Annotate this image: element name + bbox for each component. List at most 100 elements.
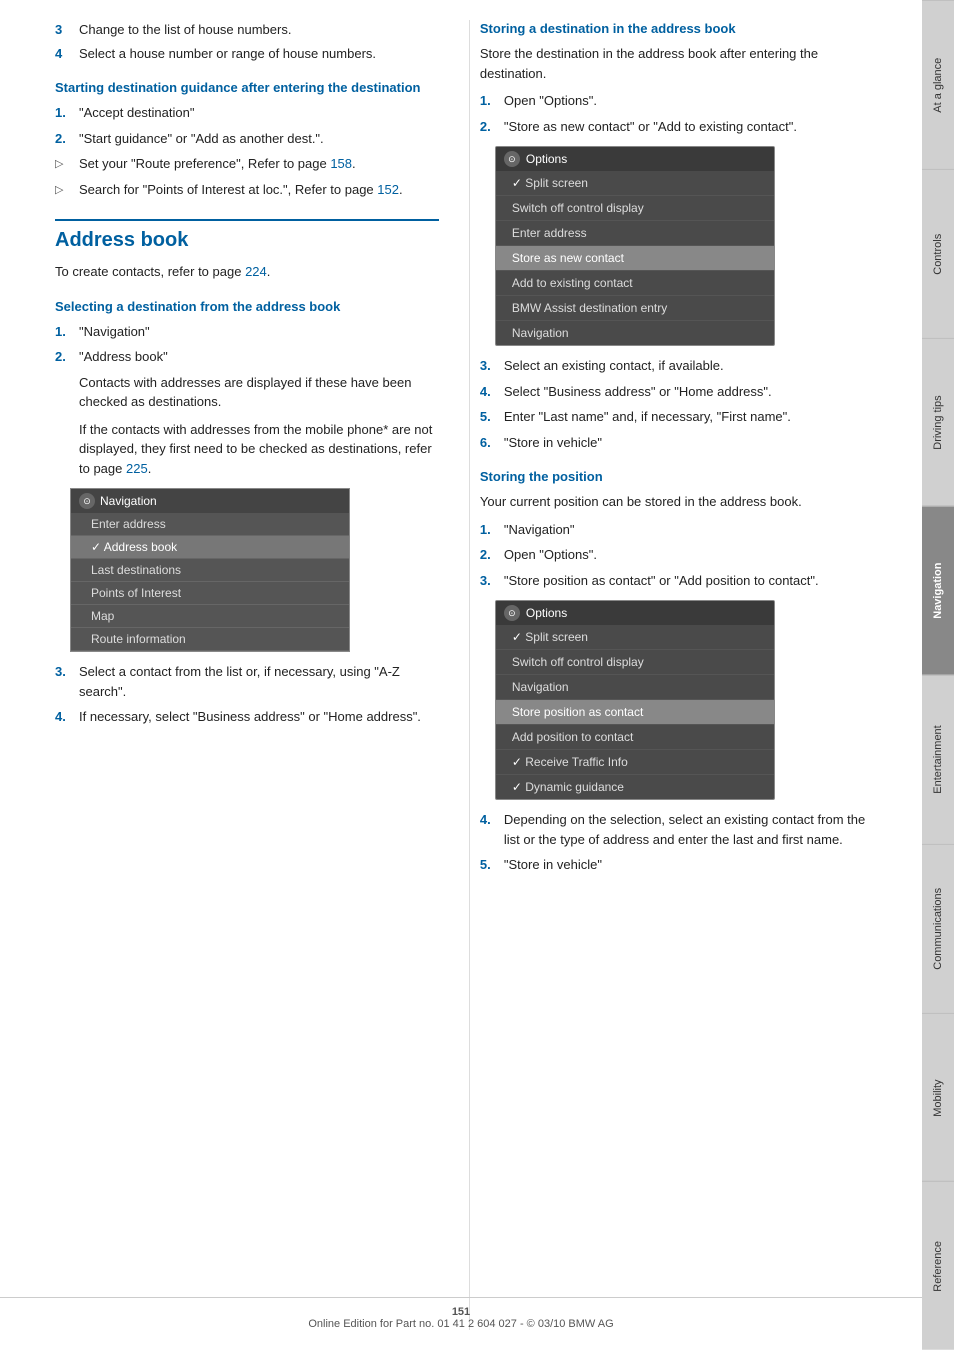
page-ref-158[interactable]: 158 [330,156,352,171]
list-text: Select a house number or range of house … [79,44,376,64]
tab-controls[interactable]: Controls [922,169,954,338]
list-text: "Navigation" [504,520,575,540]
list-item: 5. Enter "Last name" and, if necessary, … [480,407,882,427]
list-text: "Store in vehicle" [504,433,602,453]
list-item: ▷ Search for "Points of Interest at loc.… [55,180,439,200]
main-content: 3 Change to the list of house numbers. 4… [0,0,922,1350]
options-title-bar: ⊙ Options [496,147,774,171]
list-number: 3 [55,20,71,40]
list-number: 2. [480,117,496,137]
nav-menu-screenshot: ⊙ Navigation Enter address Address book … [70,488,350,652]
storing-position-list: 1. "Navigation" 2. Open "Options". 3. "S… [480,520,882,591]
list-item: 2. "Store as new contact" or "Add to exi… [480,117,882,137]
list-text: "Store in vehicle" [504,855,602,875]
options-menu-1-wrapper: ⊙ Options Split screen Switch off contro… [480,146,882,346]
nav-menu-item-map: Map [71,605,349,628]
tab-reference[interactable]: Reference [922,1181,954,1350]
list-text: Set your "Route preference", Refer to pa… [79,154,356,174]
nav-menu-item-points: Points of Interest [71,582,349,605]
list-text: "Address book" [79,347,168,367]
nav-menu-item-last-dest: Last destinations [71,559,349,582]
page-wrapper: At a glance Controls Driving tips Naviga… [0,0,954,1350]
list-text: Search for "Points of Interest at loc.",… [79,180,403,200]
storing-dest-heading: Storing a destination in the address boo… [480,20,882,38]
list-item: 1. "Accept destination" [55,103,439,123]
nav-menu-item-route-info: Route information [71,628,349,651]
bullet-icon: ▷ [55,156,71,174]
list-item: 6. "Store in vehicle" [480,433,882,453]
list-text: Open "Options". [504,91,597,111]
intro-list: 3 Change to the list of house numbers. 4… [55,20,439,63]
navigation-icon: ⊙ [79,493,95,509]
menu-item-bmw-assist: BMW Assist destination entry [496,296,774,321]
options2-title-text: Options [526,606,567,620]
side-tabs: At a glance Controls Driving tips Naviga… [922,0,954,1350]
menu-item-enter-address: Enter address [496,221,774,246]
tab-driving-tips[interactable]: Driving tips [922,338,954,507]
list-number: 3. [480,356,496,376]
address-book-intro: To create contacts, refer to page 224. [55,262,439,282]
selecting-after-list: 3. Select a contact from the list or, if… [55,662,439,727]
tab-navigation[interactable]: Navigation [922,506,954,675]
list-item: ▷ Set your "Route preference", Refer to … [55,154,439,174]
list-text: "Navigation" [79,322,150,342]
list-number: 1. [55,322,71,342]
nav-menu-title: ⊙ Navigation [71,489,349,513]
list-item: 3 Change to the list of house numbers. [55,20,439,40]
list-number: 2. [480,545,496,565]
tab-entertainment[interactable]: Entertainment [922,675,954,844]
menu-item2-receive-traffic: Receive Traffic Info [496,750,774,775]
selecting-heading: Selecting a destination from the address… [55,298,439,316]
page-ref-224[interactable]: 224 [245,264,267,279]
nav-menu-title-text: Navigation [100,494,157,508]
tab-at-a-glance[interactable]: At a glance [922,0,954,169]
list-number: 1. [480,91,496,111]
storing-dest-list: 1. Open "Options". 2. "Store as new cont… [480,91,882,136]
list-text: Depending on the selection, select an ex… [504,810,882,849]
options2-icon: ⊙ [504,605,520,621]
menu-item2-add-position: Add position to contact [496,725,774,750]
list-number: 4. [480,810,496,849]
selecting-note1: Contacts with addresses are displayed if… [79,373,439,412]
right-column: Storing a destination in the address boo… [469,20,882,1330]
page-ref-152[interactable]: 152 [377,182,399,197]
list-number: 1. [55,103,71,123]
footer-text: Online Edition for Part no. 01 41 2 604 … [308,1318,613,1330]
list-item: 3. Select an existing contact, if availa… [480,356,882,376]
nav-menu-item-enter-address: Enter address [71,513,349,536]
list-item: 1. "Navigation" [480,520,882,540]
list-item: 2. "Address book" [55,347,439,367]
address-book-heading: Address book [55,219,439,252]
menu-item2-switch-off: Switch off control display [496,650,774,675]
list-number: 4. [55,707,71,727]
options-title-text: Options [526,152,567,166]
list-item: 2. "Start guidance" or "Add as another d… [55,129,439,149]
bullet-icon: ▷ [55,182,71,200]
list-item: 4. Depending on the selection, select an… [480,810,882,849]
selecting-note2: If the contacts with addresses from the … [79,420,439,479]
list-item: 3. Select a contact from the list or, if… [55,662,439,701]
list-number: 3. [55,662,71,701]
tab-communications[interactable]: Communications [922,844,954,1013]
list-number: 4. [480,382,496,402]
page-footer: 151 Online Edition for Part no. 01 41 2 … [0,1297,922,1330]
nav-menu-wrapper: ⊙ Navigation Enter address Address book … [55,488,439,652]
page-ref-225[interactable]: 225 [126,461,148,476]
list-number: 5. [480,855,496,875]
storing-position-after-list: 4. Depending on the selection, select an… [480,810,882,875]
list-number: 4 [55,44,71,64]
menu-item-switch-off: Switch off control display [496,196,774,221]
list-item: 5. "Store in vehicle" [480,855,882,875]
list-number: 1. [480,520,496,540]
list-item: 4 Select a house number or range of hous… [55,44,439,64]
starting-guidance-heading: Starting destination guidance after ente… [55,79,439,97]
storing-dest-after-list: 3. Select an existing contact, if availa… [480,356,882,452]
list-number: 5. [480,407,496,427]
options-menu-1: ⊙ Options Split screen Switch off contro… [495,146,775,346]
tab-mobility[interactable]: Mobility [922,1013,954,1182]
list-item: 1. "Navigation" [55,322,439,342]
options-icon: ⊙ [504,151,520,167]
menu-item2-split-screen: Split screen [496,625,774,650]
menu-item-navigation: Navigation [496,321,774,345]
menu-item-store-new: Store as new contact [496,246,774,271]
